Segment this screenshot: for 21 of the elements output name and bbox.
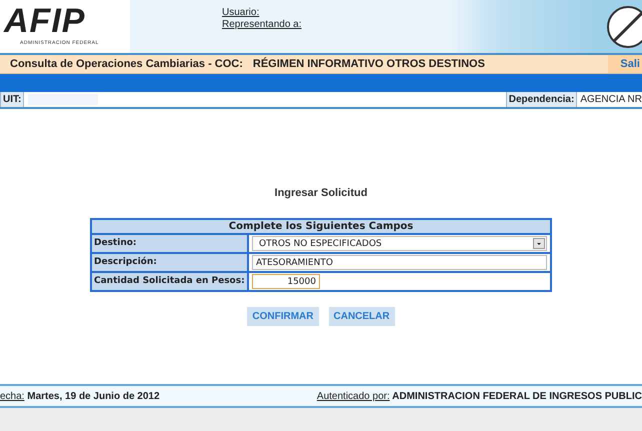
destination-select[interactable]: OTROS NO ESPECIFICADOS xyxy=(252,236,547,251)
field-label: Cantidad Solicitada en Pesos: xyxy=(92,273,247,290)
page-title: Consulta de Operaciones Cambiarias - COC: xyxy=(9,58,243,70)
dependencia-label: Dependencia: xyxy=(506,92,578,107)
representing-label: Representando a: xyxy=(222,19,302,30)
dependencia-value: AGENCIA NR xyxy=(579,94,642,105)
form-heading: Ingresar Solicitud xyxy=(274,187,368,199)
date-text: echa: Martes, 19 de Junio de 2012 xyxy=(0,390,160,402)
exit-link[interactable]: Sali xyxy=(608,55,642,73)
cuit-label: UIT: xyxy=(0,92,24,107)
authenticated-text: Autenticado por: ADMINISTRACION FEDERAL DE INGRESOS PUBLIC xyxy=(316,390,642,402)
logo: AFIP xyxy=(2,2,86,40)
description-input[interactable]: ATESORAMIENTO xyxy=(252,255,547,270)
table-title: Complete los Siguientes Campos xyxy=(92,220,550,233)
field-label: Descripción: xyxy=(92,254,247,271)
amount-input[interactable]: 15000 xyxy=(252,274,320,289)
user-label: Usuario: xyxy=(222,7,260,18)
seal-icon xyxy=(606,5,642,49)
field-label: Destino: xyxy=(92,235,247,252)
page-subtitle: RÉGIMEN INFORMATIVO OTROS DESTINOS xyxy=(252,58,485,70)
dropdown-caret-icon[interactable] xyxy=(533,238,545,249)
